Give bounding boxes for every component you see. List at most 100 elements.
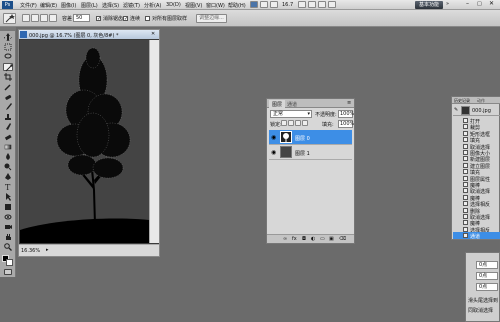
zoom-tool-icon[interactable]: [3, 243, 13, 251]
menu-image[interactable]: 图像(I): [61, 2, 76, 9]
background-color-swatch[interactable]: [6, 259, 13, 266]
layer-row[interactable]: ◉ 图层 1: [269, 145, 352, 160]
hand-tool-button[interactable]: [298, 1, 306, 8]
workspace-switcher[interactable]: 基本功能: [415, 1, 443, 9]
antialias-checkbox[interactable]: ✓: [96, 16, 101, 22]
layers-footer: ∞ fx ◘ ◐ ▭ ▣ ⌫: [267, 234, 354, 243]
type-tool-icon[interactable]: T: [3, 183, 13, 191]
add-selection-icon[interactable]: [31, 14, 39, 22]
subtract-selection-icon[interactable]: [40, 14, 48, 22]
layer-style-icon[interactable]: fx: [292, 236, 297, 242]
brush-tool-icon[interactable]: [3, 103, 13, 111]
layer-mask-icon[interactable]: ◘: [302, 236, 306, 242]
opacity-input[interactable]: 100%: [338, 110, 354, 118]
tools-panel-grip[interactable]: [0, 27, 16, 31]
delete-layer-icon[interactable]: ⌫: [339, 236, 346, 242]
arrange-documents-button[interactable]: [318, 1, 326, 8]
fill-input[interactable]: 100%: [338, 120, 354, 128]
tab-actions[interactable]: 动作: [477, 98, 485, 104]
mini-bridge-button[interactable]: [260, 1, 268, 8]
menu-3d[interactable]: 3D(D): [166, 2, 181, 8]
marquee-tool-icon[interactable]: [3, 43, 13, 51]
eyedropper-tool-icon[interactable]: [3, 83, 13, 91]
tab-layers[interactable]: 图层: [269, 100, 286, 109]
document-tab[interactable]: 000.jpg @ 16.7% (图层 0, 灰色/8#) * ✕: [19, 30, 159, 39]
menu-layer[interactable]: 图层(L): [81, 2, 98, 9]
blend-mode-select[interactable]: 正常 ▾: [270, 110, 312, 118]
pen-tool-icon[interactable]: [3, 173, 13, 181]
history-step-icon: [463, 124, 468, 130]
new-selection-icon[interactable]: [22, 14, 30, 22]
menu-select[interactable]: 选择(S): [102, 2, 119, 9]
move-tool-icon[interactable]: [3, 33, 13, 41]
tab-channels[interactable]: 通道: [287, 101, 297, 108]
canvas[interactable]: [20, 40, 149, 243]
history-brush-tool-icon[interactable]: [3, 123, 13, 131]
dodge-tool-icon[interactable]: [3, 163, 13, 171]
shape-tool-icon[interactable]: [3, 203, 13, 211]
lock-transparency-icon[interactable]: [281, 120, 287, 126]
adjustment-layer-icon[interactable]: ◐: [311, 236, 315, 242]
hand-tool-icon[interactable]: [3, 233, 13, 241]
layer-row[interactable]: ◉ 图层 0: [269, 130, 352, 145]
crop-tool-icon[interactable]: [3, 73, 13, 81]
restore-icon[interactable]: □: [477, 1, 482, 7]
menu-edit[interactable]: 编辑(E): [40, 2, 57, 9]
tolerance-input[interactable]: 50: [73, 14, 90, 22]
3d-rotate-tool-icon[interactable]: [3, 213, 13, 221]
panel-row[interactable]: 0点: [476, 283, 498, 291]
gradient-tool-icon[interactable]: [3, 143, 13, 151]
workspace-chevron-icon[interactable]: »: [446, 1, 449, 7]
lasso-tool-icon[interactable]: [3, 53, 13, 61]
clone-stamp-tool-icon[interactable]: [3, 113, 13, 121]
layers-panel-header[interactable]: 图层 通道 ≡: [267, 99, 354, 109]
layer-name[interactable]: 图层 0: [295, 135, 310, 142]
intersect-selection-icon[interactable]: [49, 14, 57, 22]
menu-help[interactable]: 帮助(H): [228, 2, 246, 9]
link-layers-icon[interactable]: ∞: [283, 236, 287, 242]
history-snapshot[interactable]: ✎ 000.jpg: [453, 105, 500, 116]
magic-wand-preset-icon[interactable]: [3, 13, 16, 24]
visibility-eye-icon[interactable]: ◉: [271, 149, 276, 156]
new-group-icon[interactable]: ▭: [320, 236, 325, 242]
blur-tool-icon[interactable]: [3, 153, 13, 161]
menu-filter[interactable]: 滤镜(T): [123, 2, 140, 9]
lock-all-icon[interactable]: [302, 120, 308, 126]
panel-row[interactable]: 0点: [476, 272, 498, 280]
sample-all-checkbox[interactable]: [145, 16, 150, 21]
panel-menu-icon[interactable]: ≡: [347, 100, 351, 106]
close-icon[interactable]: ✕: [489, 0, 494, 7]
rotate-view-button[interactable]: [308, 1, 316, 8]
lock-image-icon[interactable]: [288, 120, 294, 126]
panel-row[interactable]: 0点: [476, 261, 498, 269]
vertical-scrollbar[interactable]: [149, 40, 159, 243]
layer-name[interactable]: 图层 1: [295, 150, 310, 157]
contiguous-checkbox[interactable]: ✓: [123, 16, 128, 22]
history-brush-source-icon[interactable]: ✎: [454, 107, 458, 113]
3d-camera-tool-icon[interactable]: [3, 223, 13, 231]
path-selection-tool-icon[interactable]: [3, 193, 13, 201]
bridge-button[interactable]: [250, 1, 258, 8]
screen-mode-button[interactable]: [328, 1, 336, 8]
menu-window[interactable]: 窗口(W): [206, 2, 225, 9]
minimize-icon[interactable]: –: [466, 0, 469, 7]
quick-mask-icon[interactable]: [4, 269, 12, 275]
visibility-eye-icon[interactable]: ◉: [271, 134, 276, 141]
healing-brush-tool-icon[interactable]: [3, 93, 13, 101]
magic-wand-tool-icon[interactable]: [3, 63, 13, 72]
document-close-icon[interactable]: ✕: [151, 31, 155, 37]
lock-position-icon[interactable]: [295, 120, 301, 126]
new-layer-icon[interactable]: ▣: [329, 236, 334, 242]
status-arrow-icon[interactable]: ▸: [46, 247, 49, 253]
extras-button[interactable]: [270, 1, 278, 8]
menu-analysis[interactable]: 分析(A): [144, 2, 161, 9]
eraser-tool-icon[interactable]: [3, 133, 13, 141]
refine-edge-button[interactable]: 调整边缘...: [196, 14, 227, 23]
menu-file[interactable]: 文件(F): [20, 2, 37, 9]
history-step[interactable]: 通道: [453, 232, 500, 240]
tab-history[interactable]: 历史记录: [454, 98, 470, 104]
history-panel-header[interactable]: 历史记录 动作: [452, 97, 500, 104]
zoom-status[interactable]: 16.36%: [21, 248, 40, 254]
zoom-level[interactable]: 16.7: [282, 2, 293, 8]
menu-view[interactable]: 视图(V): [185, 2, 202, 9]
